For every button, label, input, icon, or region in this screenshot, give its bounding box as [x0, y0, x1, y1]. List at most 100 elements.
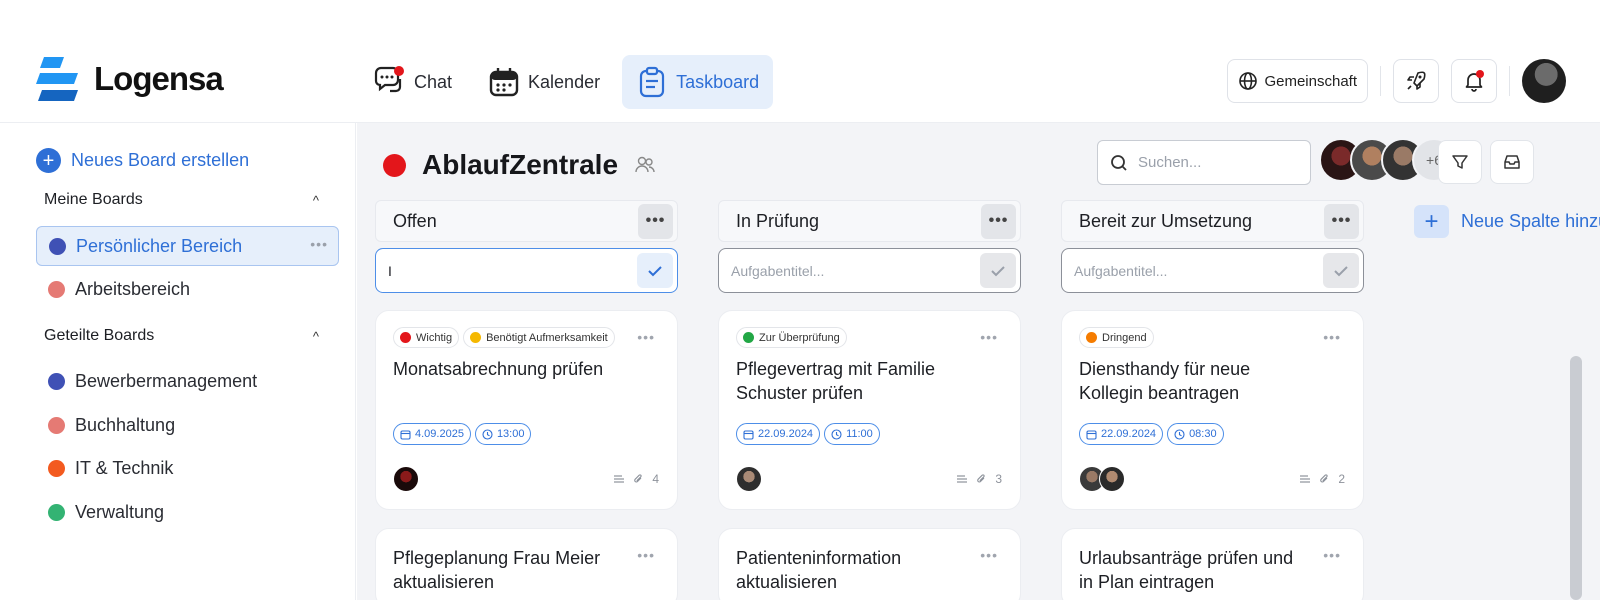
- notifications-button[interactable]: [1451, 59, 1497, 103]
- due-date-chip: 22.09.2024: [1079, 423, 1164, 445]
- task-card[interactable]: ••• Pflegeplanung Frau Meier aktualisier…: [375, 528, 678, 600]
- nav-taskboard[interactable]: Taskboard: [622, 55, 774, 109]
- card-footer: 4: [613, 472, 659, 486]
- due-time-chip: 11:00: [824, 423, 880, 445]
- shared-boards-title: Geteilte Boards: [44, 327, 155, 344]
- tag-label: Wichtig: [416, 331, 453, 344]
- chat-icon: [374, 66, 404, 93]
- sidebar-item-label: Persönlicher Bereich: [76, 235, 243, 256]
- task-title-input[interactable]: I: [375, 248, 678, 293]
- due-time-chip: 13:00: [474, 423, 532, 445]
- avatar: [393, 466, 419, 492]
- card-menu-icon[interactable]: •••: [637, 547, 655, 563]
- card-footer: 2: [1299, 472, 1345, 486]
- chevron-up-icon[interactable]: ^: [313, 329, 319, 344]
- card-menu-icon[interactable]: •••: [1323, 547, 1341, 563]
- task-title-input[interactable]: Aufgabentitel...: [1061, 248, 1364, 293]
- tag: Benötigt Aufmerksamkeit: [463, 327, 615, 348]
- nav-chat[interactable]: Chat: [358, 55, 466, 109]
- avatar: [1099, 466, 1125, 492]
- task-tags: Dringend: [1079, 327, 1154, 348]
- chevron-up-icon[interactable]: ^: [313, 193, 319, 208]
- task-title: Pflegevertrag mit Familie Schuster prüfe…: [736, 359, 936, 403]
- card-menu-icon[interactable]: •••: [637, 329, 655, 345]
- due-time: 08:30: [1189, 428, 1217, 440]
- tag-label: Dringend: [1102, 331, 1147, 344]
- community-label: Gemeinschaft: [1264, 72, 1357, 90]
- task-title-input[interactable]: Aufgabentitel...: [718, 248, 1021, 293]
- nav-calendar-label: Kalender: [528, 71, 601, 92]
- task-card[interactable]: Zur Überprüfung ••• Pflegevertrag mit Fa…: [718, 310, 1021, 510]
- column-bereit-zur-umsetzung: Bereit zur Umsetzung ••• Aufgabentitel..…: [1061, 200, 1364, 600]
- card-menu-icon[interactable]: •••: [980, 329, 998, 345]
- vertical-scrollbar[interactable]: [1570, 356, 1582, 600]
- assignees: [393, 466, 419, 492]
- due-time: 11:00: [846, 428, 873, 440]
- check-icon: [648, 265, 662, 276]
- archive-icon: [1504, 155, 1520, 169]
- description-icon: [614, 475, 625, 483]
- calendar-icon: [400, 429, 411, 440]
- sidebar-item-verwaltung[interactable]: Verwaltung: [36, 492, 339, 532]
- card-menu-icon[interactable]: •••: [1323, 329, 1341, 345]
- task-card[interactable]: Wichtig Benötigt Aufmerksamkeit ••• Mona…: [375, 310, 678, 510]
- paperclip-icon: [1320, 474, 1328, 483]
- clock-icon: [831, 428, 842, 440]
- task-meta: 22.09.2024 08:30: [1079, 423, 1224, 445]
- users-icon[interactable]: [634, 154, 656, 176]
- community-button[interactable]: Gemeinschaft: [1227, 59, 1368, 103]
- card-menu-icon[interactable]: •••: [980, 547, 998, 563]
- more-icon[interactable]: •••: [310, 236, 328, 252]
- sidebar-item-arbeitsbereich[interactable]: Arbeitsbereich: [36, 269, 339, 309]
- nav-taskboard-label: Taskboard: [676, 71, 760, 92]
- nav-calendar[interactable]: Kalender: [474, 55, 614, 109]
- user-avatar[interactable]: [1522, 59, 1566, 103]
- sidebar-item-label: Arbeitsbereich: [75, 278, 191, 299]
- bell-icon: [1465, 70, 1484, 92]
- task-card[interactable]: Dringend ••• Diensthandy für neue Kolleg…: [1061, 310, 1364, 510]
- confirm-button[interactable]: [637, 253, 673, 288]
- rocket-icon: [1407, 71, 1426, 90]
- add-column-button[interactable]: + Neue Spalte hinzufügen: [1414, 205, 1600, 238]
- description-icon: [957, 475, 968, 483]
- rocket-button[interactable]: [1393, 59, 1439, 103]
- divider: [1380, 66, 1381, 96]
- column-menu-button[interactable]: •••: [981, 203, 1016, 239]
- task-input-value: I: [388, 262, 392, 279]
- sidebar-item-buchhaltung[interactable]: Buchhaltung: [36, 405, 339, 445]
- tag-label: Zur Überprüfung: [759, 331, 840, 344]
- column-menu-button[interactable]: •••: [638, 203, 673, 239]
- task-card[interactable]: ••• Urlaubsanträge prüfen und in Plan ei…: [1061, 528, 1364, 600]
- task-tags: Zur Überprüfung: [736, 327, 847, 348]
- task-title: Urlaubsanträge prüfen und in Plan eintra…: [1079, 548, 1294, 592]
- board-header: AblaufZentrale: [383, 149, 656, 181]
- board-area: AblaufZentrale Suchen... +6 Offen ••• I …: [357, 123, 1600, 600]
- filter-button[interactable]: [1438, 140, 1482, 184]
- tag: Zur Überprüfung: [736, 327, 847, 348]
- column-header: Bereit zur Umsetzung •••: [1061, 200, 1364, 242]
- task-input-placeholder: Aufgabentitel...: [1074, 262, 1168, 279]
- column-title: Offen: [393, 210, 437, 231]
- archive-button[interactable]: [1490, 140, 1534, 184]
- search-input[interactable]: Suchen...: [1097, 140, 1311, 185]
- member-avatars[interactable]: +6: [1319, 138, 1456, 182]
- task-card[interactable]: ••• Patienteninformation aktualisieren: [718, 528, 1021, 600]
- column-title: Bereit zur Umsetzung: [1079, 210, 1253, 231]
- due-time: 13:00: [496, 428, 525, 440]
- confirm-button[interactable]: [1323, 253, 1359, 288]
- assignees: [736, 466, 762, 492]
- task-title: Diensthandy für neue Kollegin beantragen: [1079, 359, 1251, 403]
- sidebar-item-it-technik[interactable]: IT & Technik: [36, 448, 339, 488]
- new-board-button[interactable]: + Neues Board erstellen: [36, 148, 249, 173]
- confirm-button[interactable]: [980, 253, 1016, 288]
- sidebar-item-persoenlicher-bereich[interactable]: Persönlicher Bereich •••: [36, 226, 339, 266]
- sidebar-item-bewerbermanagement[interactable]: Bewerbermanagement: [36, 361, 339, 401]
- due-time-chip: 08:30: [1167, 423, 1224, 445]
- column-menu-button[interactable]: •••: [1324, 203, 1359, 239]
- due-date-chip: 4.09.2025: [393, 423, 471, 445]
- tag-color-dot: [1086, 332, 1097, 343]
- plus-icon: +: [36, 148, 61, 173]
- app-logo[interactable]: Logensa: [36, 56, 224, 102]
- board-color-dot: [383, 153, 406, 177]
- attachment-count: 3: [995, 472, 1002, 486]
